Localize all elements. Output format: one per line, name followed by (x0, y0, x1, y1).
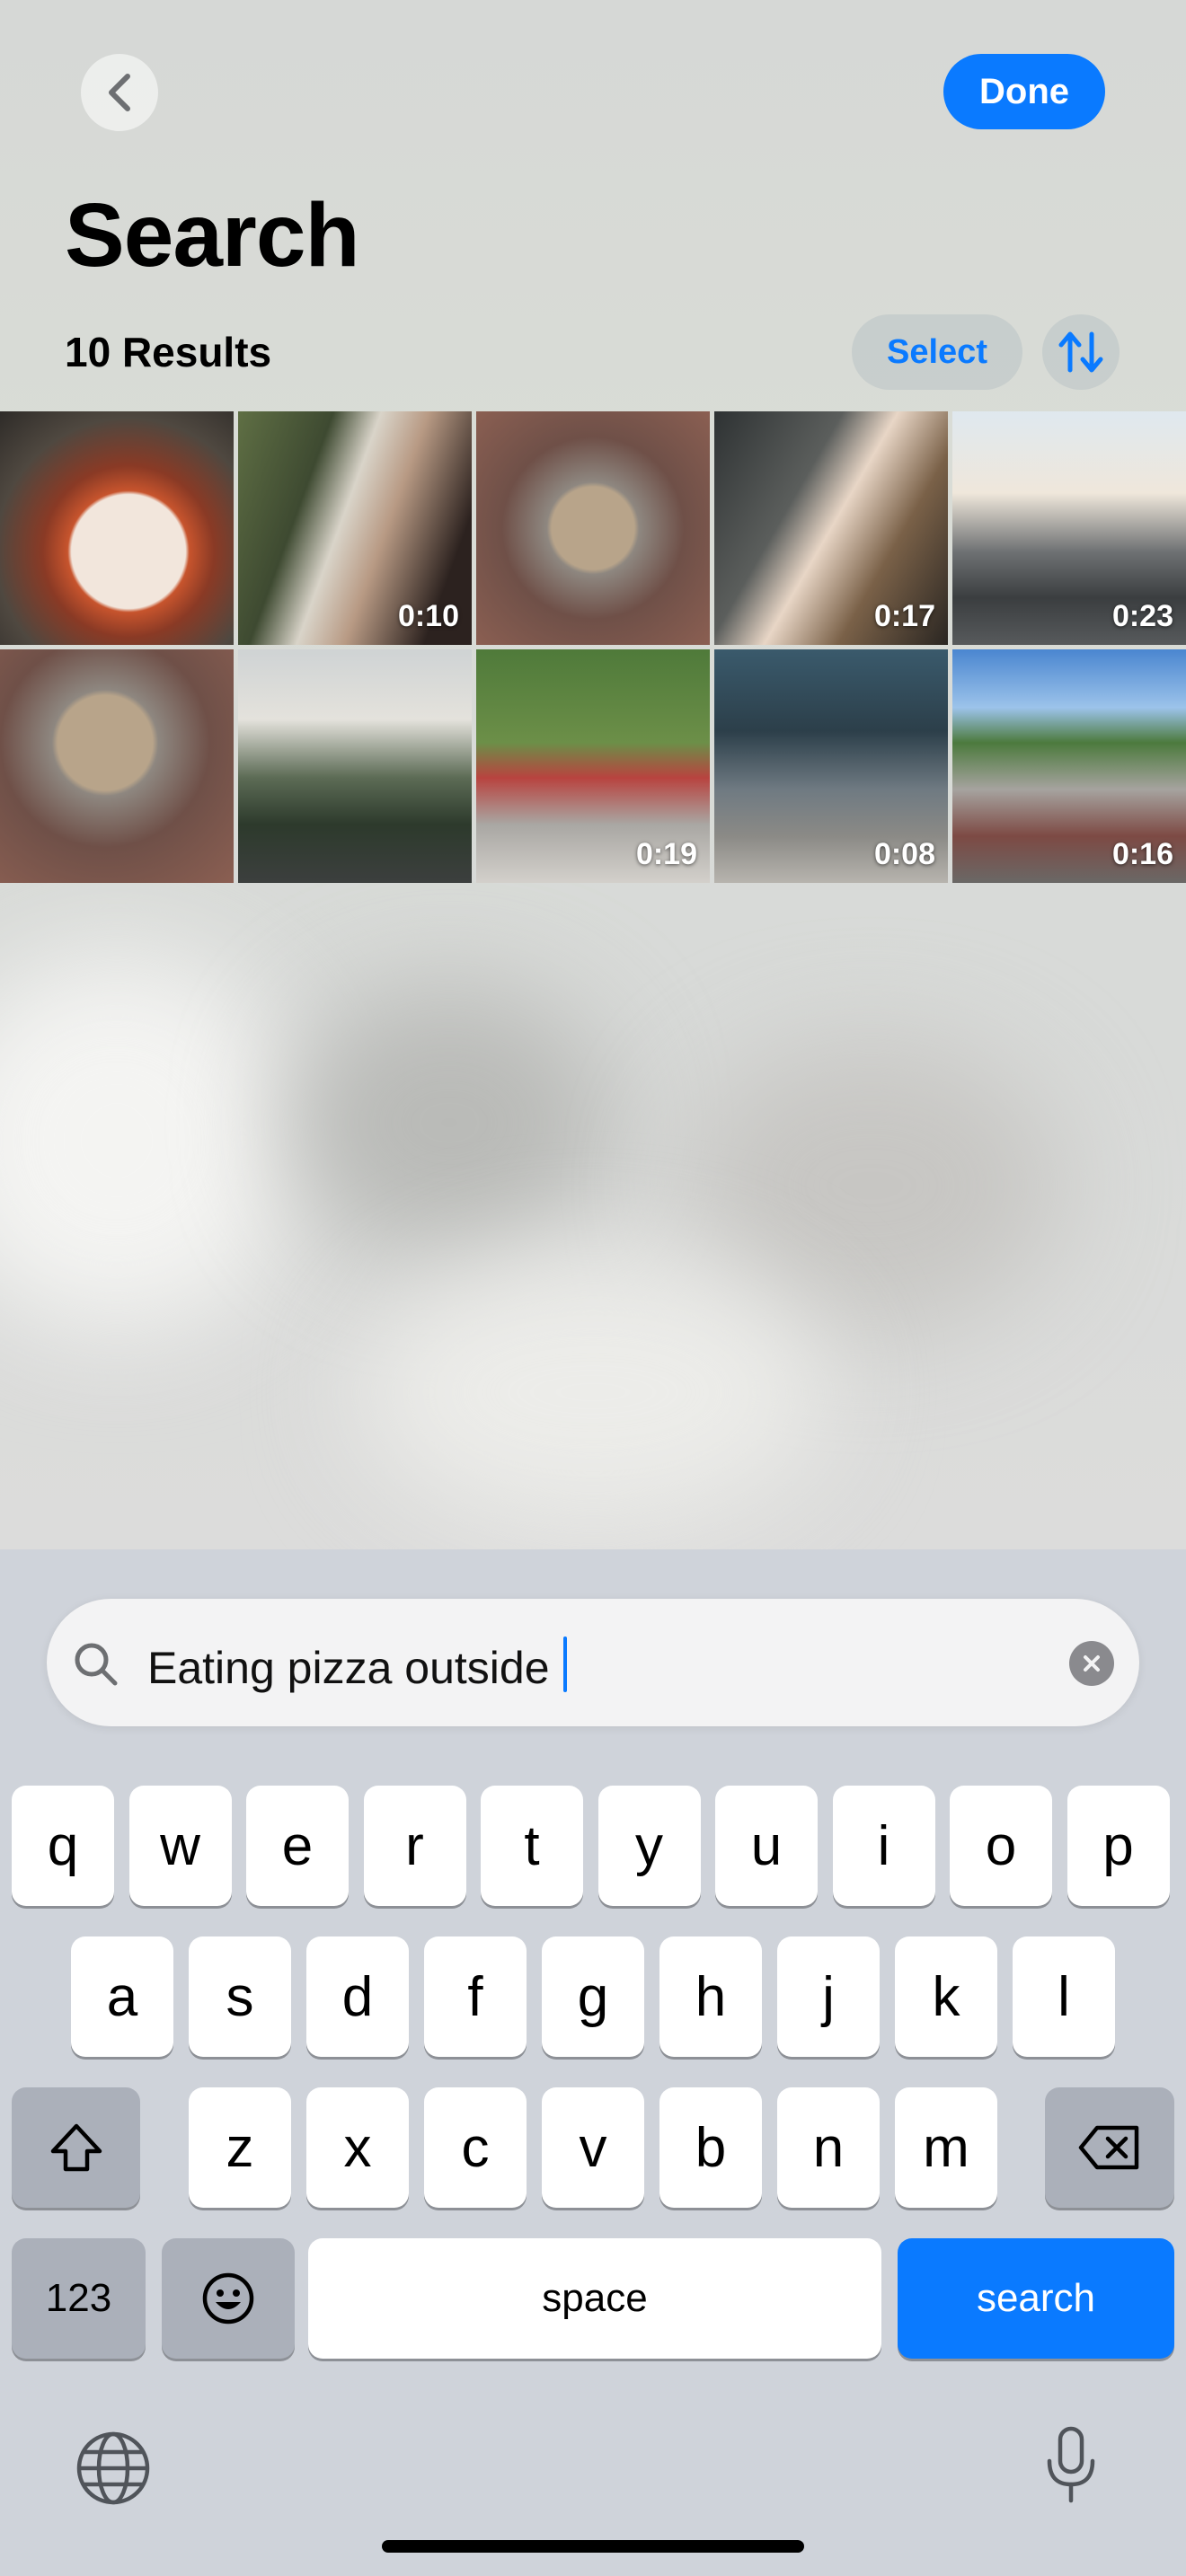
key-o[interactable]: o (950, 1786, 1052, 1906)
key-m[interactable]: m (895, 2087, 997, 2208)
shift-key[interactable] (12, 2087, 140, 2208)
microphone-icon[interactable] (1042, 2425, 1100, 2506)
search-key[interactable]: search (898, 2238, 1174, 2359)
key-b[interactable]: b (659, 2087, 762, 2208)
emoji-key[interactable] (162, 2238, 295, 2359)
result-thumbnail[interactable]: 0:23 (952, 411, 1186, 645)
home-indicator (382, 2540, 804, 2553)
done-button[interactable]: Done (943, 54, 1105, 129)
key-y[interactable]: y (597, 1786, 701, 1906)
clear-button[interactable] (1069, 1641, 1114, 1686)
key-q[interactable]: q (12, 1786, 114, 1906)
key-t[interactable]: t (481, 1786, 583, 1906)
video-duration: 0:10 (397, 599, 459, 633)
key-n[interactable]: n (777, 2087, 880, 2208)
result-thumbnail[interactable]: 0:17 (714, 411, 948, 645)
key-v[interactable]: v (542, 2087, 644, 2208)
key-i[interactable]: i (832, 1786, 935, 1906)
text-cursor (563, 1636, 568, 1692)
result-thumbnail[interactable] (0, 411, 234, 645)
key-l[interactable]: l (1013, 1936, 1115, 2057)
video-duration: 0:17 (873, 599, 935, 633)
magnifier-icon (75, 1643, 118, 1686)
key-r[interactable]: r (363, 1786, 466, 1906)
key-c[interactable]: c (424, 2087, 527, 2208)
key-w[interactable]: w (128, 1786, 232, 1906)
key-g[interactable]: g (542, 1936, 644, 2057)
result-thumbnail[interactable]: 0:10 (238, 411, 472, 645)
key-d[interactable]: d (306, 1936, 409, 2057)
page-title: Search (65, 185, 360, 286)
key-h[interactable]: h (659, 1936, 762, 2057)
result-thumbnail[interactable] (238, 649, 472, 883)
clear-x-icon (1084, 1655, 1100, 1672)
key-z[interactable]: z (189, 2087, 291, 2208)
chevron-left-icon (109, 74, 130, 111)
results-grid: 0:10 0:17 0:23 0:19 0:08 0:16 (0, 411, 1186, 883)
search-query-text: Eating pizza outside (147, 1643, 562, 1693)
sort-arrows-icon (1058, 331, 1103, 373)
video-duration: 0:08 (873, 837, 935, 871)
key-p[interactable]: p (1067, 1786, 1170, 1906)
backspace-icon (1078, 2125, 1139, 2170)
key-u[interactable]: u (715, 1786, 818, 1906)
results-count: 10 Results (65, 329, 272, 375)
sort-button[interactable] (1042, 314, 1120, 390)
result-thumbnail[interactable]: 0:16 (952, 649, 1186, 883)
key-k[interactable]: k (895, 1936, 997, 2057)
select-button[interactable]: Select (852, 314, 1022, 390)
emoji-face-icon (202, 2272, 254, 2325)
shift-arrow-icon (50, 2123, 102, 2172)
result-thumbnail[interactable] (476, 411, 710, 645)
delete-key[interactable] (1045, 2087, 1174, 2208)
result-thumbnail[interactable] (0, 649, 234, 883)
search-field[interactable]: Eating pizza outside (47, 1599, 1139, 1726)
blurred-background (0, 880, 1186, 1549)
result-thumbnail[interactable]: 0:08 (714, 649, 948, 883)
key-a[interactable]: a (71, 1936, 173, 2057)
video-duration: 0:23 (1111, 599, 1173, 633)
back-button[interactable] (81, 54, 158, 131)
result-thumbnail[interactable]: 0:19 (476, 649, 710, 883)
video-duration: 0:16 (1111, 837, 1173, 871)
key-j[interactable]: j (777, 1936, 880, 2057)
numbers-key[interactable]: 123 (12, 2238, 146, 2359)
globe-icon[interactable] (75, 2430, 151, 2506)
key-e[interactable]: e (246, 1786, 349, 1906)
search-input[interactable]: Eating pizza outside (147, 1636, 568, 1694)
key-s[interactable]: s (189, 1936, 291, 2057)
space-key[interactable]: space (308, 2238, 881, 2359)
video-duration: 0:19 (635, 837, 697, 871)
key-x[interactable]: x (306, 2087, 409, 2208)
key-f[interactable]: f (424, 1936, 527, 2057)
